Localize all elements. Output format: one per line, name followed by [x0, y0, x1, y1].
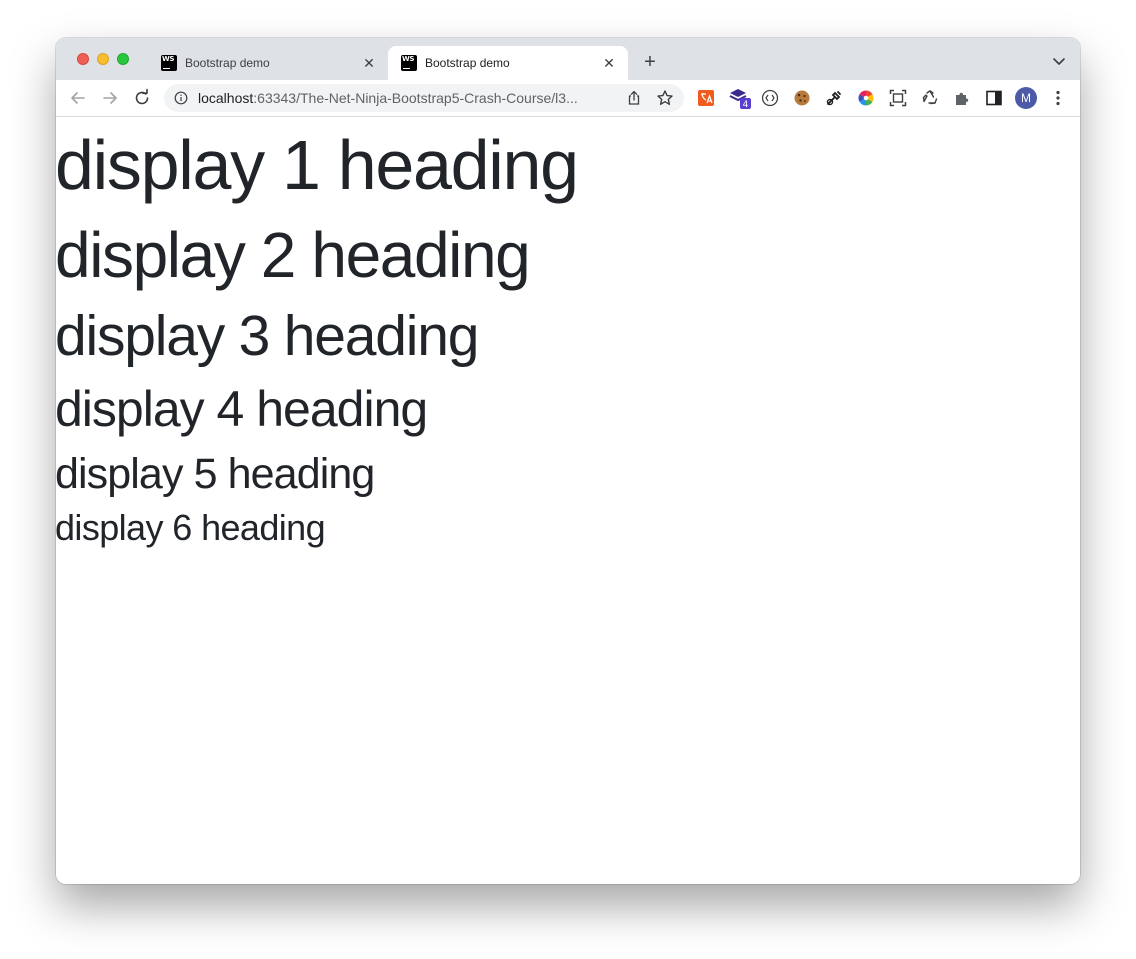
minimize-window-button[interactable]: [97, 53, 109, 65]
screenshot-extension-icon[interactable]: [889, 89, 907, 107]
recycle-extension-icon[interactable]: [921, 89, 939, 107]
display-2-heading: display 2 heading: [56, 219, 531, 291]
url-host: localhost: [198, 90, 254, 106]
code-extension-icon[interactable]: [761, 89, 779, 107]
tab-bootstrap-demo-2[interactable]: WS Bootstrap demo ✕: [388, 46, 628, 80]
tab-bootstrap-demo-1[interactable]: WS Bootstrap demo ✕: [148, 46, 388, 80]
reload-icon[interactable]: [132, 88, 152, 108]
translate-extension-icon[interactable]: [697, 89, 715, 107]
share-icon[interactable]: [626, 90, 642, 106]
webstorm-favicon-icon: WS: [161, 55, 177, 71]
zoom-window-button[interactable]: [117, 53, 129, 65]
webstorm-favicon-icon: WS: [401, 55, 417, 71]
address-bar[interactable]: localhost:63343/The-Net-Ninja-Bootstrap5…: [164, 84, 684, 112]
site-info-icon[interactable]: [174, 91, 188, 105]
display-1-heading: display 1 heading: [56, 126, 579, 204]
eyedropper-extension-icon[interactable]: [825, 89, 843, 107]
side-panel-icon[interactable]: [985, 89, 1003, 107]
url-text[interactable]: localhost:63343/The-Net-Ninja-Bootstrap5…: [198, 90, 618, 106]
extension-badge-count: 4: [743, 100, 749, 110]
display-3-heading: display 3 heading: [56, 304, 479, 368]
new-tab-button[interactable]: +: [640, 52, 660, 72]
display-5-heading: display 5 heading: [56, 450, 375, 498]
kebab-menu-icon[interactable]: [1052, 89, 1064, 107]
layers-extension-icon[interactable]: 4: [729, 86, 753, 110]
forward-arrow-icon[interactable]: [100, 88, 120, 108]
close-tab-icon[interactable]: ✕: [360, 54, 378, 72]
display-6-heading: display 6 heading: [56, 507, 326, 548]
close-tab-icon[interactable]: ✕: [600, 54, 618, 72]
back-arrow-icon[interactable]: [68, 88, 88, 108]
tab-strip: WS Bootstrap demo ✕ WS Bootstrap demo ✕ …: [56, 38, 1080, 80]
tab-title: Bootstrap demo: [425, 56, 510, 70]
display-4-heading: display 4 heading: [56, 381, 428, 437]
browser-toolbar: localhost:63343/The-Net-Ninja-Bootstrap5…: [56, 80, 1080, 117]
page-content: display 1 heading display 2 heading disp…: [56, 117, 1080, 884]
bookmark-star-icon[interactable]: [656, 89, 674, 107]
browser-window: WS Bootstrap demo ✕ WS Bootstrap demo ✕ …: [56, 38, 1080, 884]
tab-title: Bootstrap demo: [185, 56, 270, 70]
url-path: :63343/The-Net-Ninja-Bootstrap5-Crash-Co…: [253, 90, 578, 106]
color-wheel-extension-icon[interactable]: [857, 89, 875, 107]
puzzle-extensions-icon[interactable]: [953, 89, 971, 107]
close-window-button[interactable]: [77, 53, 89, 65]
profile-avatar[interactable]: M: [1015, 87, 1037, 109]
tab-search-chevron-icon[interactable]: [1052, 54, 1066, 68]
cookie-extension-icon[interactable]: [793, 89, 811, 107]
